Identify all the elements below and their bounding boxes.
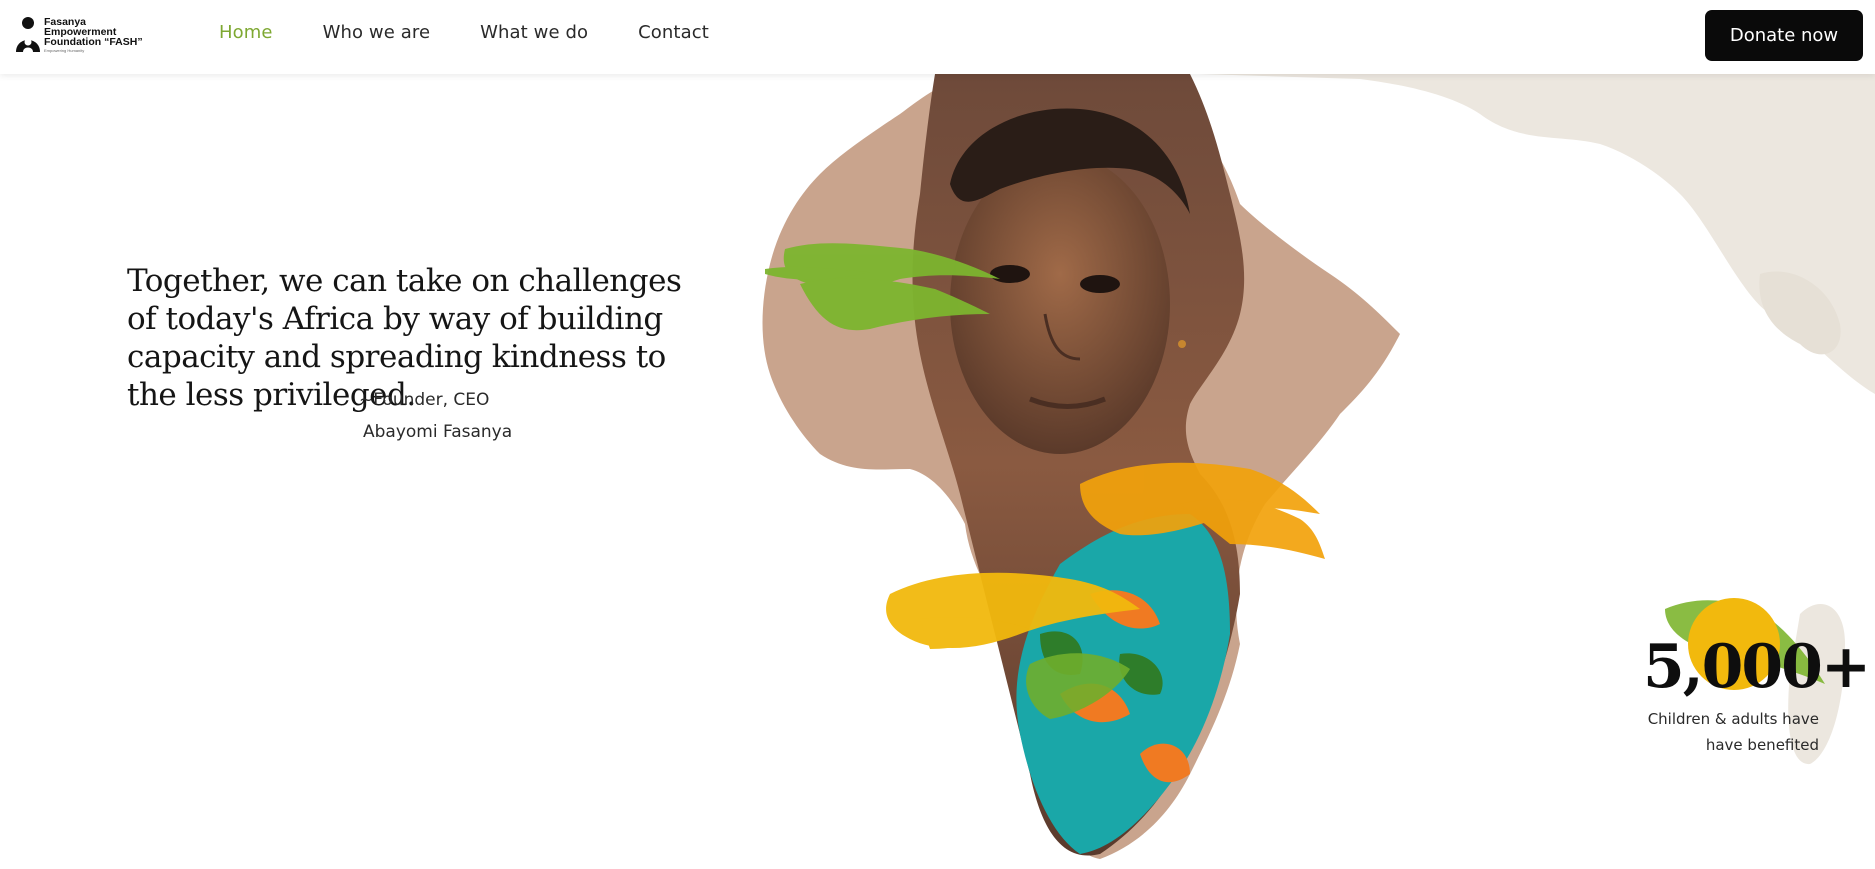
nav-home[interactable]: Home (219, 22, 273, 43)
logo-people-icon (16, 17, 40, 52)
stat-beneficiaries-count: 5,000+ (1643, 632, 1871, 702)
donate-button[interactable]: Donate now (1705, 10, 1863, 61)
logo-tagline: Empowering Humanity (44, 48, 85, 53)
quote-attribution-role: ~Founder, CEO (359, 390, 490, 410)
main-nav: Home Who we are What we do Contact (219, 22, 709, 43)
logo-text: Fasanya Empowerment Foundation “FASH” (44, 17, 143, 48)
stat-beneficiaries-label: Children & adults have have benefited (1644, 706, 1819, 758)
site-header: Fasanya Empowerment Foundation “FASH” Em… (0, 0, 1875, 74)
quote-attribution-name: Abayomi Fasanya (363, 422, 513, 442)
stat-label-line: Children & adults have (1647, 710, 1819, 728)
nav-who-we-are[interactable]: Who we are (323, 22, 431, 43)
stat-label-line: have benefited (1705, 736, 1819, 754)
logo-line: Foundation “FASH” (44, 36, 143, 48)
nav-what-we-do[interactable]: What we do (480, 22, 588, 43)
nav-contact[interactable]: Contact (638, 22, 709, 43)
logo[interactable]: Fasanya Empowerment Foundation “FASH” Em… (14, 16, 164, 56)
